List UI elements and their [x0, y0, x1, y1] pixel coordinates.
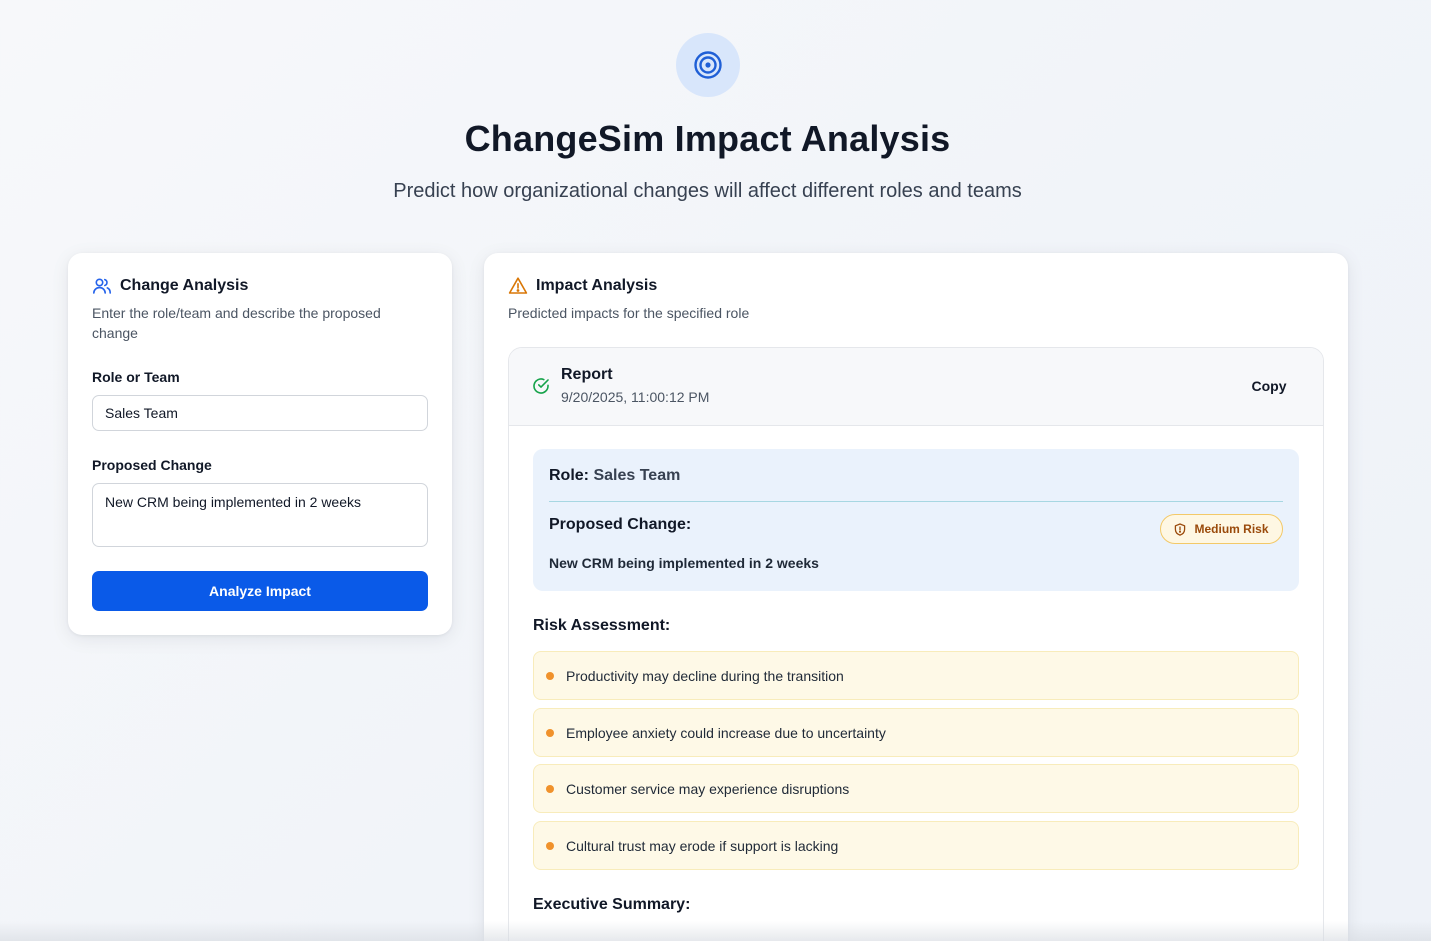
warning-triangle-icon	[508, 276, 528, 296]
change-analysis-title: Change Analysis	[120, 277, 249, 294]
impact-analysis-description: Predicted impacts for the specified role	[508, 305, 750, 321]
risk-item: Cultural trust may erode if support is l…	[533, 821, 1299, 870]
risk-item: Customer service may experience disrupti…	[533, 764, 1299, 813]
bullet-dot-icon	[546, 671, 554, 680]
impact-analysis-title: Impact Analysis	[536, 277, 658, 294]
executive-summary-heading: Executive Summary:	[533, 896, 691, 913]
copy-button[interactable]: Copy	[1240, 373, 1298, 399]
analyze-impact-button[interactable]: Analyze Impact	[92, 571, 428, 611]
summary-divider	[549, 501, 1283, 502]
risk-item-text: Cultural trust may erode if support is l…	[566, 837, 839, 854]
role-line-value: Sales Team	[593, 467, 681, 484]
bottom-edge-shadow	[0, 921, 1431, 941]
proposed-change-heading: Proposed Change:	[549, 516, 692, 533]
bullet-dot-icon	[546, 728, 554, 737]
role-line: Role: Sales Team	[549, 467, 680, 485]
report-timestamp: 9/20/2025, 11:00:12 PM	[561, 389, 710, 405]
role-input[interactable]	[92, 395, 428, 431]
risk-item: Employee anxiety could increase due to u…	[533, 708, 1299, 757]
change-analysis-description: Enter the role/team and describe the pro…	[92, 305, 381, 341]
risk-item-text: Productivity may decline during the tran…	[566, 667, 844, 684]
page-subtitle: Predict how organizational changes will …	[393, 180, 1022, 202]
proposed-change-textarea[interactable]: New CRM being implemented in 2 weeks	[92, 483, 428, 547]
bullet-dot-icon	[546, 784, 554, 793]
role-label: Role or Team	[92, 369, 180, 385]
bullet-dot-icon	[546, 841, 554, 850]
risk-item-text: Employee anxiety could increase due to u…	[566, 724, 886, 741]
proposed-change-label: Proposed Change	[92, 457, 212, 473]
risk-assessment-heading: Risk Assessment:	[533, 617, 671, 634]
users-icon	[92, 276, 112, 296]
risk-item: Productivity may decline during the tran…	[533, 651, 1299, 700]
risk-level-badge: Medium Risk	[1160, 514, 1283, 544]
target-icon	[676, 33, 740, 97]
page-title: ChangeSim Impact Analysis	[464, 118, 951, 159]
report-title: Report	[561, 366, 613, 383]
check-circle-icon	[532, 377, 550, 395]
report-header	[509, 348, 1323, 426]
proposed-change-text: New CRM being implemented in 2 weeks	[549, 555, 819, 571]
risk-item-text: Customer service may experience disrupti…	[566, 780, 850, 797]
impact-analysis-header: Impact Analysis	[508, 276, 657, 296]
role-line-label: Role:	[549, 467, 589, 484]
risk-level-text: Medium Risk	[1194, 522, 1269, 536]
change-analysis-header: Change Analysis	[92, 276, 248, 296]
shield-icon	[1174, 522, 1186, 536]
